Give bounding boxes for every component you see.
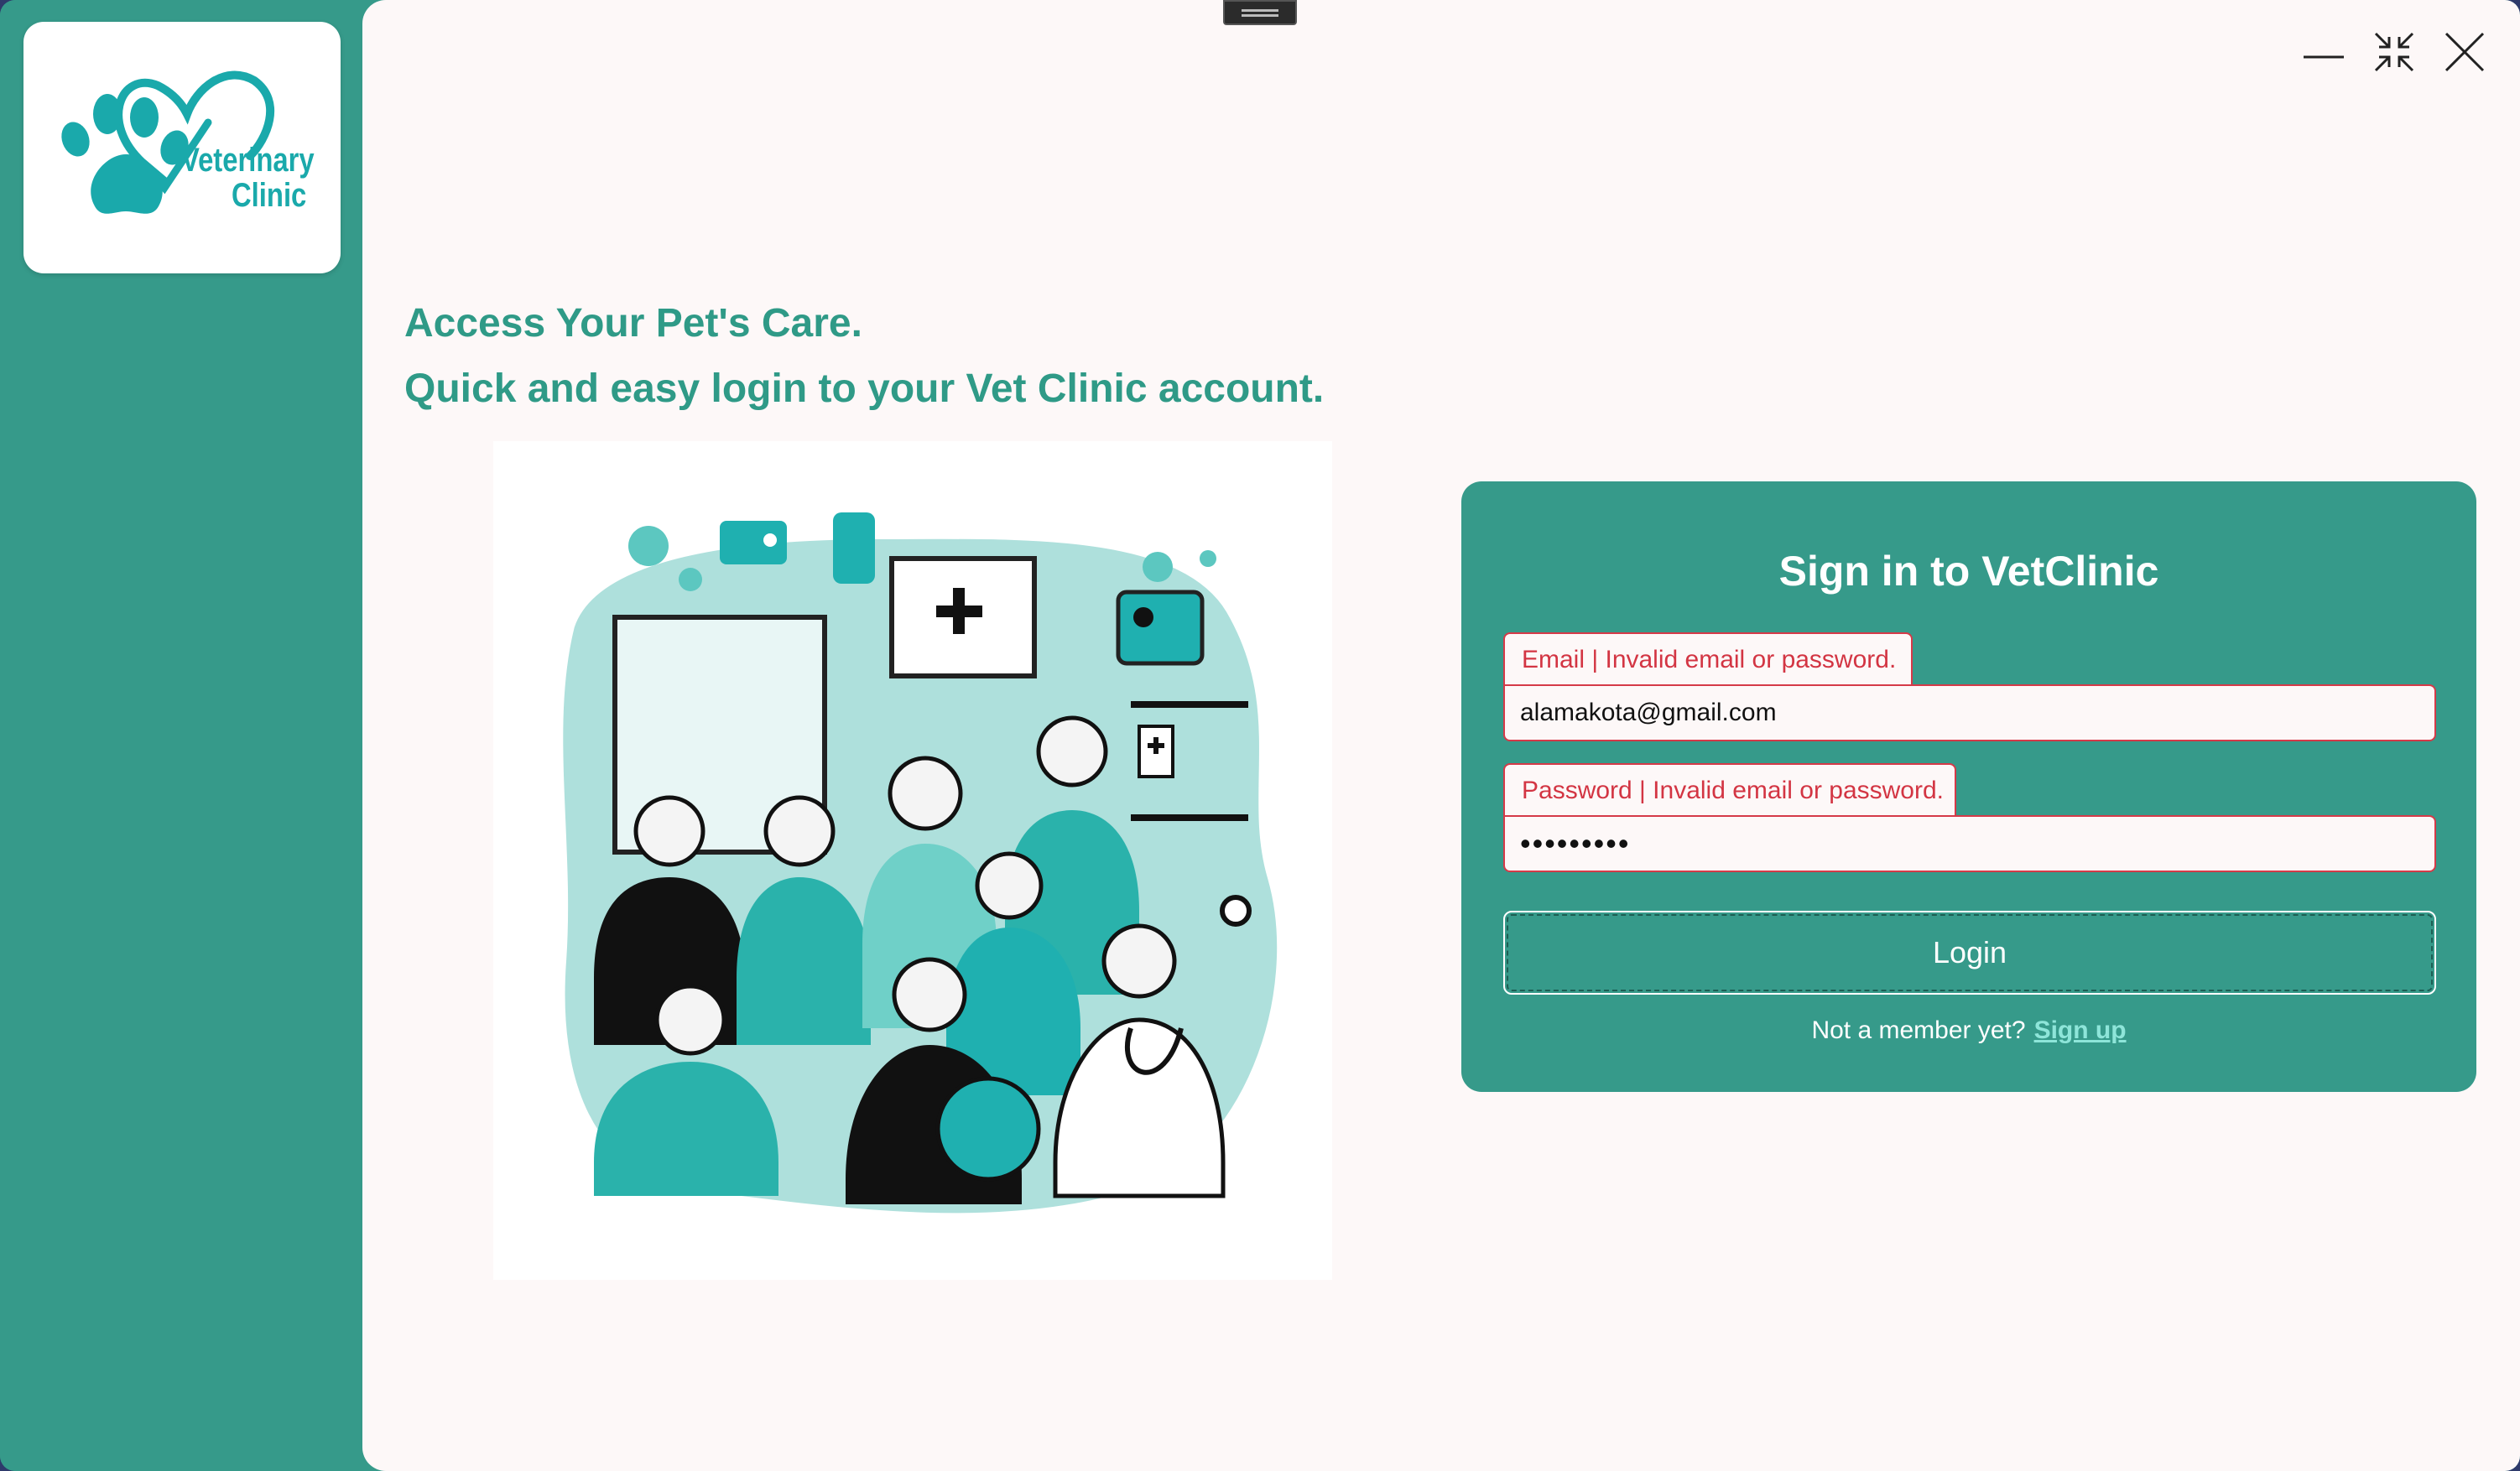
signup-link[interactable]: Sign up xyxy=(2034,1016,2127,1044)
password-error-label: Password | Invalid email or password. xyxy=(1503,763,1956,815)
close-icon xyxy=(2445,32,2485,72)
minimize-icon xyxy=(2304,55,2344,59)
signup-prompt: Not a member yet? xyxy=(1811,1016,2026,1044)
email-field[interactable] xyxy=(1503,684,2436,741)
logo-text-line2: Clinic xyxy=(232,177,307,214)
signup-row: Not a member yet? Sign up xyxy=(1461,1016,2476,1045)
restore-icon xyxy=(2374,32,2414,72)
password-field[interactable] xyxy=(1503,815,2436,872)
minimize-button[interactable] xyxy=(2297,25,2351,79)
headline-line1: Access Your Pet's Care. xyxy=(404,301,862,346)
app-window: Veterinary Clinic Access Your Pet's Care… xyxy=(0,0,2520,1471)
signin-title: Sign in to VetClinic xyxy=(1778,548,2159,595)
email-error-label: Email | Invalid email or password. xyxy=(1503,632,1913,684)
logo-text-line1: Veterinary xyxy=(181,142,315,179)
restore-button[interactable] xyxy=(2367,25,2421,79)
vet-team-illustration xyxy=(493,441,1332,1280)
logo-card: Veterinary Clinic xyxy=(23,22,341,273)
main-panel: Access Your Pet's Care. Quick and easy l… xyxy=(362,0,2520,1471)
drag-handle[interactable] xyxy=(1223,0,1297,25)
sidebar: Veterinary Clinic xyxy=(0,0,362,1471)
illustration-image xyxy=(551,512,1289,1225)
login-button[interactable]: Login xyxy=(1503,911,2436,995)
close-button[interactable] xyxy=(2438,25,2491,79)
signin-card: Sign in to VetClinic Email | Invalid ema… xyxy=(1461,481,2476,1092)
headline-line2: Quick and easy login to your Vet Clinic … xyxy=(404,366,1325,411)
